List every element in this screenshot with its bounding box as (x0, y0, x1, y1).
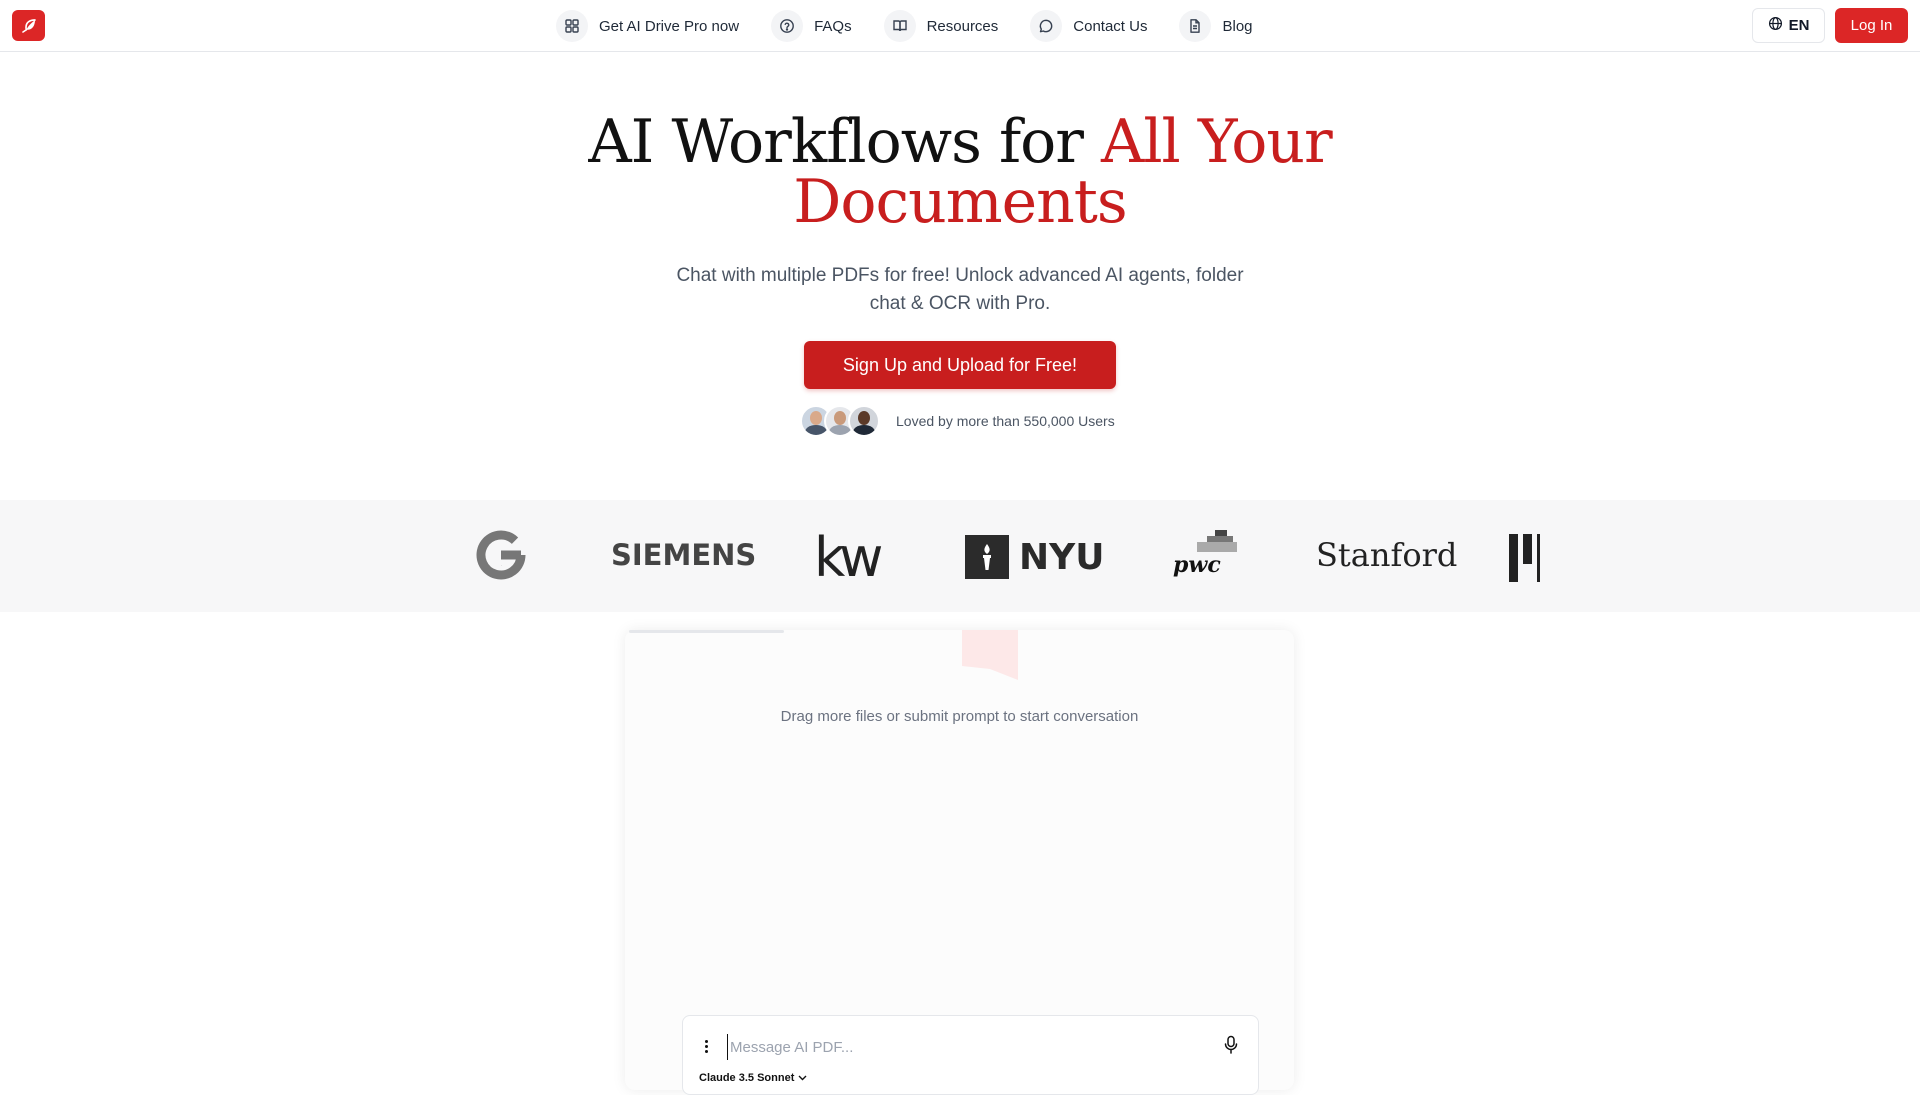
stanford-logo-text: Stanford (1316, 536, 1458, 574)
empty-state-text: Drag more files or submit prompt to star… (780, 708, 1139, 725)
language-label: EN (1788, 17, 1810, 34)
pwc-logo-text: pwc (1173, 552, 1221, 578)
top-navbar: Get AI Drive Pro now FAQs Resources Cont… (0, 0, 1920, 52)
hero-title-accent-2: Documents (793, 167, 1127, 237)
nav-blog[interactable]: Blog (1179, 10, 1253, 42)
google-logo: G (474, 528, 528, 582)
main-nav: Get AI Drive Pro now FAQs Resources Cont… (556, 9, 1285, 43)
chat-panel: Drag more files or submit prompt to star… (625, 630, 1294, 1095)
nav-contact-us[interactable]: Contact Us (1030, 10, 1147, 42)
hero-title-accent-1: All Your (1101, 107, 1333, 177)
message-composer: Claude 3.5 Sonnet (682, 1015, 1259, 1095)
avatar (848, 405, 880, 437)
language-selector[interactable]: EN (1752, 8, 1825, 43)
hero-subtitle: Chat with multiple PDFs for free! Unlock… (676, 265, 1244, 314)
social-proof-text: Loved by more than 550,000 Users (896, 413, 1115, 429)
hero-title: AI Workflows for All Your Documents (0, 112, 1920, 232)
more-options-icon[interactable] (699, 1038, 713, 1056)
nav-resources[interactable]: Resources (883, 10, 999, 42)
panel-progress-bar (629, 630, 784, 633)
partial-logo (1509, 534, 1545, 582)
signup-upload-button[interactable]: Sign Up and Upload for Free! (804, 341, 1116, 389)
login-button[interactable]: Log In (1835, 8, 1908, 43)
chevron-down-icon (798, 1072, 807, 1084)
nyu-logo: NYU (965, 535, 1104, 579)
grid-icon (556, 10, 588, 42)
model-selector[interactable]: Claude 3.5 Sonnet (699, 1072, 807, 1084)
nav-label: Get AI Drive Pro now (599, 17, 740, 35)
nav-get-ai-drive-pro[interactable]: Get AI Drive Pro now (556, 10, 739, 42)
social-proof: Loved by more than 550,000 Users (800, 405, 1115, 437)
nav-label: Contact Us (1073, 17, 1148, 35)
siemens-logo: SIEMENS (611, 538, 756, 572)
document-icon (1179, 10, 1212, 42)
nyu-logo-text: NYU (1019, 536, 1105, 578)
torch-icon (965, 535, 1009, 579)
stanford-logo: Stanford (1316, 536, 1457, 574)
globe-icon (1768, 16, 1783, 35)
microphone-icon[interactable] (1223, 1035, 1239, 1060)
nav-label: Blog (1222, 17, 1253, 35)
question-circle-icon (771, 10, 804, 42)
nav-label: Resources (926, 17, 999, 35)
nav-label: FAQs (814, 17, 852, 35)
bookmark-ribbon (962, 630, 1018, 680)
google-logo-text: G (501, 565, 502, 567)
leaf-logo-icon[interactable] (12, 10, 45, 41)
nav-faqs[interactable]: FAQs (771, 10, 852, 42)
pwc-logo: pwc (1173, 530, 1237, 580)
model-label: Claude 3.5 Sonnet (699, 1072, 795, 1084)
siemens-logo-text: SIEMENS (611, 538, 757, 572)
customer-logos-strip: G SIEMENS kw NYU pwc Stanford (0, 500, 1920, 612)
book-open-icon (883, 10, 916, 42)
chat-bubble-icon (1030, 10, 1063, 42)
kw-logo: kw (814, 526, 883, 589)
kw-logo-text: kw (814, 526, 883, 589)
message-input[interactable] (727, 1034, 1202, 1060)
